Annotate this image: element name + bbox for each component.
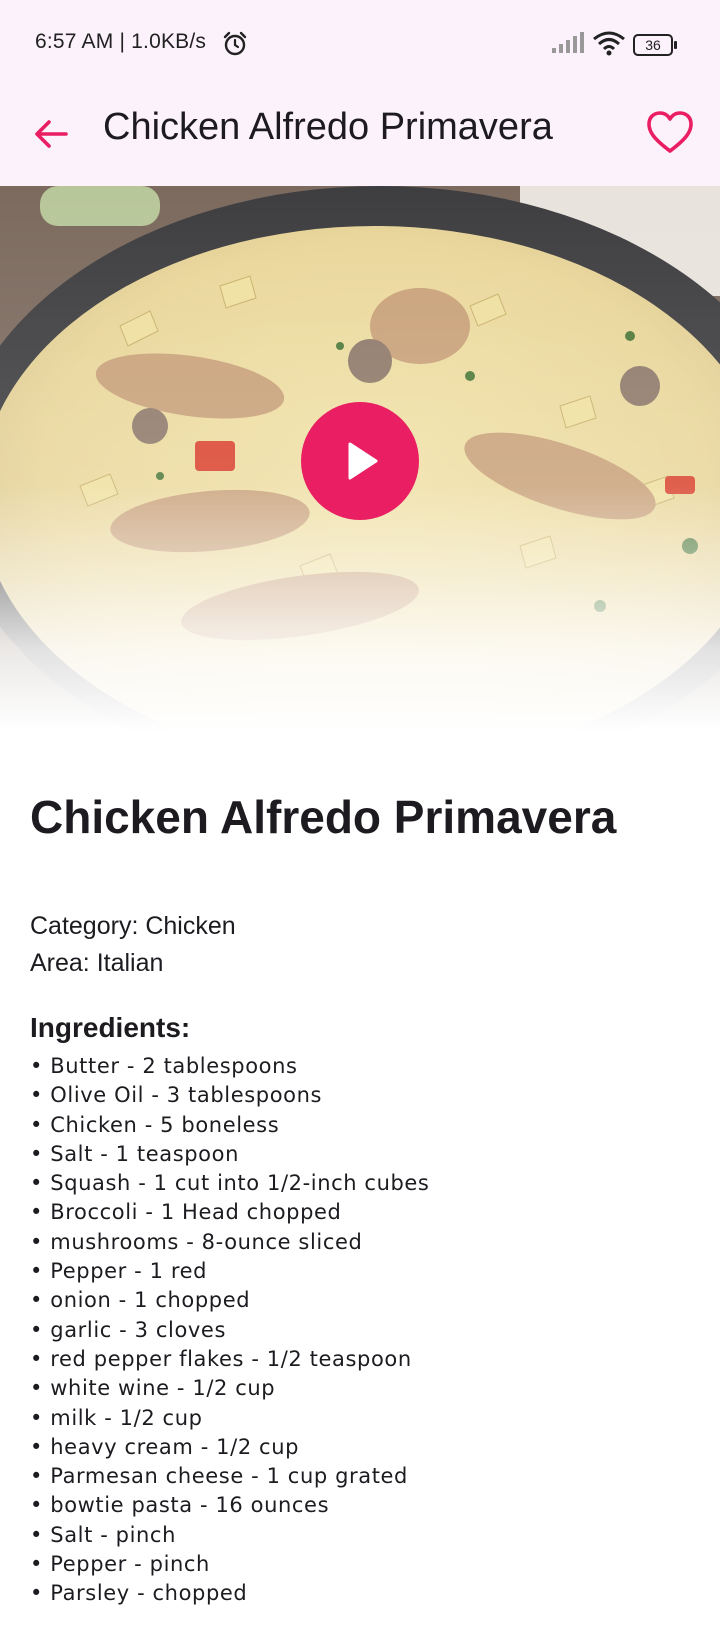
ingredient-item: • red pepper flakes - 1/2 teaspoon <box>30 1346 412 1371</box>
ingredient-item: • milk - 1/2 cup <box>30 1405 203 1430</box>
ingredient-item: • onion - 1 chopped <box>30 1288 251 1313</box>
ingredient-item: • Salt - pinch <box>30 1522 176 1547</box>
favorite-button[interactable] <box>645 108 695 158</box>
app-bar-title: Chicken Alfredo Primavera <box>103 106 553 148</box>
recipe-category: Category: Chicken <box>30 912 236 940</box>
ingredient-item: • bowtie pasta - 16 ounces <box>30 1493 330 1518</box>
recipe-details: Chicken Alfredo Primavera Category: Chic… <box>30 790 690 1625</box>
ingredient-item: • mushrooms - 8-ounce sliced <box>30 1229 363 1254</box>
status-time: 6:57 AM | 1.0KB/s <box>35 30 207 53</box>
wifi-icon <box>593 31 625 56</box>
ingredient-item: • Butter - 2 tablespoons <box>30 1054 298 1078</box>
recipe-image <box>0 186 720 731</box>
ingredient-item: • garlic - 3 cloves <box>30 1317 226 1342</box>
battery-icon: 36 <box>633 34 679 56</box>
recipe-meta: Category: Chicken Area: Italian <box>30 908 690 982</box>
status-bar: 6:57 AM | 1.0KB/s 36 <box>0 0 720 90</box>
app-bar: Chicken Alfredo Primavera <box>0 90 720 186</box>
ingredient-list: • Butter - 2 tablespoons • Olive Oil - 3… <box>30 1052 690 1609</box>
alarm-icon <box>223 31 247 56</box>
ingredient-item: • Parsley - chopped <box>30 1581 248 1606</box>
ingredient-item: • Parmesan cheese - 1 cup grated <box>30 1464 408 1489</box>
back-button[interactable] <box>30 112 74 156</box>
heart-outline-icon <box>647 111 693 153</box>
ingredient-item: • white wine - 1/2 cup <box>30 1376 276 1401</box>
recipe-area: Area: Italian <box>30 949 164 977</box>
ingredient-item: • Olive Oil - 3 tablespoons <box>30 1083 323 1108</box>
signal-icon <box>552 32 584 53</box>
ingredient-item: • Broccoli - 1 Head chopped <box>30 1200 342 1225</box>
play-video-button[interactable] <box>301 402 419 520</box>
recipe-title: Chicken Alfredo Primavera <box>30 791 617 843</box>
ingredient-item: • Squash - 1 cut into 1/2-inch cubes <box>30 1171 430 1196</box>
ingredient-item: • Chicken - 5 boneless <box>30 1112 280 1137</box>
ingredient-item: • heavy cream - 1/2 cup <box>30 1434 300 1459</box>
battery-level: 36 <box>645 37 661 53</box>
arrow-left-icon <box>35 120 68 148</box>
ingredient-item: • Pepper - pinch <box>30 1552 210 1577</box>
ingredient-item: • Salt - 1 teaspoon <box>30 1141 239 1166</box>
play-icon <box>348 442 378 480</box>
ingredients-heading: Ingredients: <box>30 1012 191 1043</box>
ingredient-item: • Pepper - 1 red <box>30 1259 208 1284</box>
